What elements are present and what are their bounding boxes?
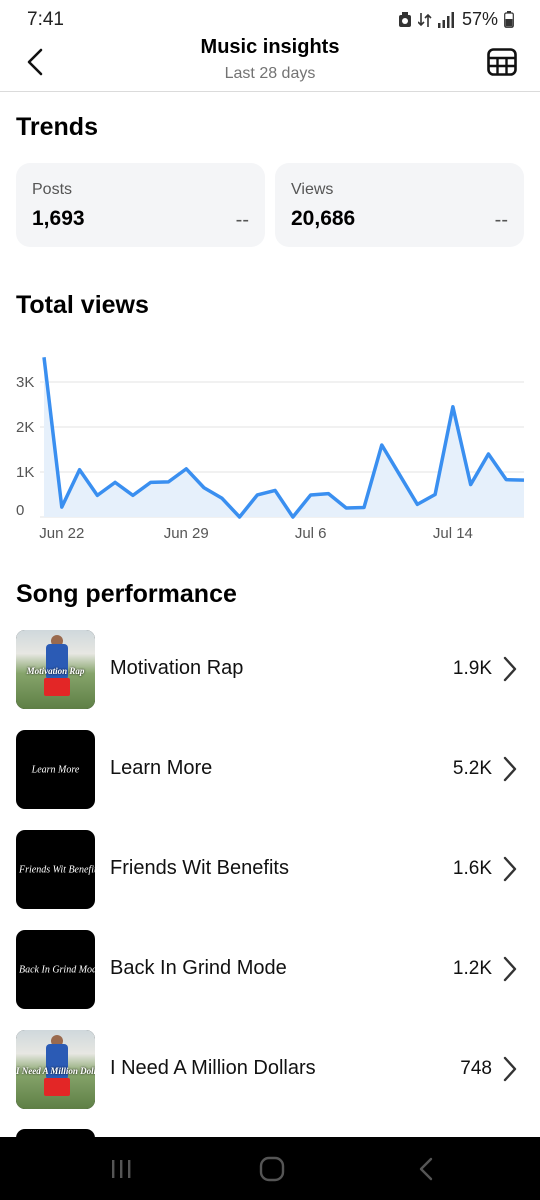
views-delta: -- (494, 209, 508, 231)
thumbnail-caption: Learn More (31, 764, 80, 775)
chevron-right-icon (503, 656, 517, 682)
song-thumbnail: Friends Wit Benefits (16, 830, 95, 909)
song-views: 5.2K (452, 758, 492, 779)
chevron-right-icon (503, 756, 517, 782)
home-icon (259, 1156, 285, 1182)
trends-heading: Trends (16, 113, 98, 141)
song-views: 1.6K (452, 858, 492, 879)
page-subtitle: Last 28 days (224, 65, 316, 82)
song-title: Friends Wit Benefits (110, 857, 289, 879)
y-tick-label: 1K (16, 464, 34, 481)
thumbnail-caption: Friends Wit Benefits (19, 864, 95, 875)
views-card[interactable]: Views 20,686 -- (275, 163, 524, 247)
recents-button[interactable] (101, 1155, 141, 1183)
system-nav-bar (0, 1137, 540, 1200)
song-row[interactable]: Learn More Learn More 5.2K (0, 730, 540, 810)
chevron-right-icon (503, 956, 517, 982)
back-icon (419, 1157, 433, 1181)
header: Music insights Last 28 days (0, 32, 540, 92)
data-transfer-icon (417, 11, 432, 29)
posts-label: Posts (32, 181, 73, 198)
song-row[interactable]: I Need A Million Dollars I Need A Million… (0, 1030, 540, 1110)
posts-card[interactable]: Posts 1,693 -- (16, 163, 265, 247)
battery-percent: 57% (461, 9, 498, 29)
y-tick-label: 0 (16, 502, 24, 519)
views-value: 20,686 (291, 207, 356, 230)
thumbnail-caption: I Need A Million Dollars (16, 1066, 95, 1076)
thumbnail-caption: Motivation Rap (26, 666, 85, 676)
chevron-right-icon (503, 856, 517, 882)
y-tick-label: 3K (16, 374, 34, 391)
recycle-icon (398, 11, 412, 28)
y-tick-label: 2K (16, 419, 34, 436)
song-thumbnail: Learn More (16, 730, 95, 809)
song-row[interactable]: Friends Wit Benefits Friends Wit Benefits… (0, 830, 540, 910)
recents-icon (112, 1160, 131, 1178)
status-time: 7:41 (27, 9, 64, 30)
total-views-heading: Total views (16, 291, 149, 319)
posts-value: 1,693 (32, 207, 85, 230)
song-row[interactable]: Motivation Rap Motivation Rap 1.9K (0, 630, 540, 710)
signal-icon (437, 11, 456, 28)
song-title: Learn More (110, 757, 213, 779)
song-views: 1.2K (452, 958, 492, 979)
song-thumbnail: I Need A Million Dollars (16, 1030, 95, 1109)
table-view-button[interactable] (486, 46, 518, 78)
views-label: Views (291, 181, 334, 198)
battery-icon (504, 11, 514, 28)
song-title: Back In Grind Mode (110, 957, 287, 979)
song-performance-heading: Song performance (16, 580, 237, 608)
system-back-button[interactable] (406, 1155, 446, 1183)
song-title: Motivation Rap (110, 657, 244, 679)
total-views-chart[interactable]: 0 1K 2K 3K Jun 22 Jun 29 Jul 6 Jul 14 (0, 330, 540, 550)
x-tick-label: Jul 6 (295, 525, 327, 542)
song-thumbnail: Motivation Rap (16, 630, 95, 709)
song-title: I Need A Million Dollars (110, 1057, 316, 1079)
chevron-right-icon (503, 1056, 517, 1082)
song-row[interactable]: Back In Grind Mode Back In Grind Mode 1.2K (0, 930, 540, 1010)
song-views: 748 (460, 1058, 492, 1079)
table-icon (487, 48, 517, 76)
song-views: 1.9K (452, 658, 492, 679)
posts-delta: -- (235, 209, 249, 231)
song-thumbnail: Back In Grind Mode (16, 930, 95, 1009)
page-title: Music insights (200, 36, 340, 58)
thumbnail-caption: Back In Grind Mode (19, 964, 95, 975)
x-tick-label: Jul 14 (433, 525, 473, 542)
x-tick-label: Jun 22 (39, 525, 84, 542)
status-icons: 57% (398, 9, 514, 30)
x-tick-label: Jun 29 (164, 525, 209, 542)
views-line-chart: 0 1K 2K 3K Jun 22 Jun 29 Jul 6 Jul 14 (16, 357, 525, 542)
home-button[interactable] (252, 1155, 292, 1183)
views-area (44, 357, 524, 517)
